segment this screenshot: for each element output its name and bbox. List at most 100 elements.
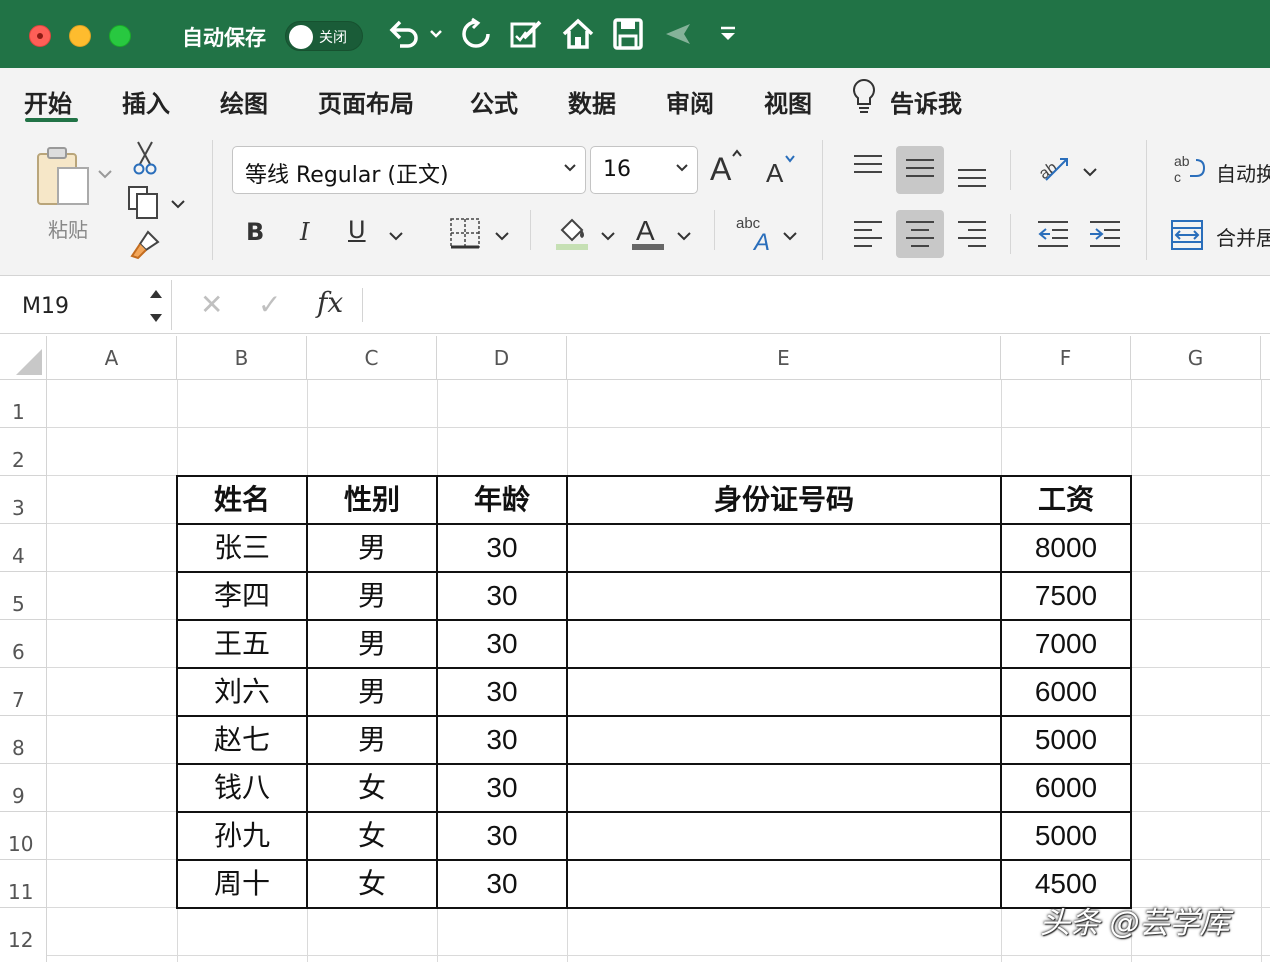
bold-icon[interactable]: B [246, 218, 264, 246]
column-header-d[interactable]: D [437, 336, 567, 380]
table-cell[interactable]: 孙九 [177, 812, 307, 860]
tab-page-layout[interactable]: 页面布局 [318, 84, 414, 119]
table-cell[interactable]: 女 [307, 860, 437, 908]
paste-icon[interactable] [34, 146, 94, 214]
fill-color-icon[interactable] [554, 214, 590, 256]
table-cell[interactable]: 男 [307, 572, 437, 620]
table-cell[interactable] [567, 860, 1001, 908]
row-header-4[interactable]: 4 [0, 524, 47, 572]
table-header-gender[interactable]: 性别 [307, 476, 437, 524]
italic-icon[interactable]: I [300, 218, 309, 246]
close-window-button[interactable] [29, 25, 51, 47]
increase-indent-icon[interactable] [1088, 218, 1122, 254]
align-middle-icon[interactable] [904, 156, 936, 190]
table-cell[interactable]: 8000 [1001, 524, 1131, 572]
table-cell[interactable]: 王五 [177, 620, 307, 668]
table-cell[interactable] [567, 572, 1001, 620]
wrap-text-label[interactable]: 自动换 [1216, 158, 1270, 187]
formula-input[interactable] [364, 276, 1270, 334]
table-header-salary[interactable]: 工资 [1001, 476, 1131, 524]
underline-dropdown-icon[interactable] [388, 228, 404, 246]
align-left-icon[interactable] [852, 218, 884, 254]
tab-insert[interactable]: 插入 [122, 84, 170, 119]
wrap-text-icon[interactable]: ab c [1172, 152, 1206, 190]
table-cell[interactable]: 张三 [177, 524, 307, 572]
table-cell[interactable]: 7500 [1001, 572, 1131, 620]
fill-color-dropdown-icon[interactable] [600, 228, 616, 246]
table-cell[interactable]: 30 [437, 716, 567, 764]
table-cell[interactable]: 女 [307, 812, 437, 860]
tab-formulas[interactable]: 公式 [470, 84, 518, 119]
copy-icon[interactable] [126, 184, 162, 224]
increase-font-size-icon[interactable]: A [708, 146, 744, 190]
name-box[interactable]: M19 [4, 280, 172, 330]
table-cell[interactable]: 30 [437, 572, 567, 620]
table-cell[interactable]: 男 [307, 668, 437, 716]
select-all-button[interactable] [0, 336, 47, 380]
font-name-combo[interactable]: 等线 Regular (正文) [232, 146, 586, 194]
row-header-11[interactable]: 11 [0, 860, 47, 908]
table-cell[interactable]: 周十 [177, 860, 307, 908]
confirm-entry-icon[interactable]: ✓ [258, 288, 281, 321]
table-header-id-number[interactable]: 身份证号码 [567, 476, 1001, 524]
insert-function-icon[interactable]: fx [317, 286, 343, 319]
table-cell[interactable]: 30 [437, 812, 567, 860]
undo-dropdown-icon[interactable] [428, 16, 444, 52]
table-header-name[interactable]: 姓名 [177, 476, 307, 524]
row-header-8[interactable]: 8 [0, 716, 47, 764]
table-cell[interactable] [567, 812, 1001, 860]
decrease-font-size-icon[interactable]: A [764, 150, 798, 190]
zoom-window-button[interactable] [109, 25, 131, 47]
column-header-b[interactable]: B [177, 336, 307, 380]
row-header-3[interactable]: 3 [0, 476, 47, 524]
table-cell[interactable]: 7000 [1001, 620, 1131, 668]
table-cell[interactable]: 6000 [1001, 764, 1131, 812]
table-header-age[interactable]: 年龄 [437, 476, 567, 524]
table-cell[interactable]: 6000 [1001, 668, 1131, 716]
table-cell[interactable]: 30 [437, 764, 567, 812]
copy-dropdown-icon[interactable] [170, 196, 186, 214]
table-cell[interactable]: 刘六 [177, 668, 307, 716]
edit-icon[interactable] [508, 16, 546, 52]
redo-icon[interactable] [458, 16, 494, 52]
paste-dropdown-icon[interactable] [97, 166, 113, 184]
phonetic-guide-icon[interactable]: abc A [736, 212, 776, 256]
table-cell[interactable]: 30 [437, 860, 567, 908]
column-header-f[interactable]: F [1001, 336, 1131, 380]
column-header-e[interactable]: E [567, 336, 1001, 380]
minimize-window-button[interactable] [69, 25, 91, 47]
underline-icon[interactable]: U [348, 216, 366, 244]
table-cell[interactable]: 30 [437, 668, 567, 716]
row-header-6[interactable]: 6 [0, 620, 47, 668]
column-header-a[interactable]: A [47, 336, 177, 380]
save-icon[interactable] [611, 16, 645, 52]
home-icon[interactable] [560, 16, 596, 52]
paste-label[interactable]: 粘贴 [48, 214, 88, 243]
borders-dropdown-icon[interactable] [494, 228, 510, 246]
table-cell[interactable] [567, 764, 1001, 812]
align-bottom-icon[interactable] [956, 160, 988, 194]
align-center-icon[interactable] [904, 218, 936, 254]
table-cell[interactable] [567, 716, 1001, 764]
table-cell[interactable]: 赵七 [177, 716, 307, 764]
row-header-12[interactable]: 12 [0, 908, 47, 962]
align-right-icon[interactable] [956, 218, 988, 254]
row-header-5[interactable]: 5 [0, 572, 47, 620]
merge-center-icon[interactable] [1170, 218, 1204, 256]
row-header-9[interactable]: 9 [0, 764, 47, 812]
orientation-icon[interactable]: ab [1036, 150, 1072, 190]
phonetic-dropdown-icon[interactable] [782, 228, 798, 246]
table-cell[interactable] [567, 668, 1001, 716]
cancel-entry-icon[interactable]: ✕ [200, 288, 223, 321]
table-cell[interactable]: 5000 [1001, 812, 1131, 860]
row-header-1[interactable]: 1 [0, 380, 47, 428]
tab-review[interactable]: 审阅 [666, 84, 714, 119]
undo-icon[interactable] [386, 16, 422, 52]
table-cell[interactable] [567, 524, 1001, 572]
autosave-toggle[interactable]: 关闭 [285, 21, 363, 51]
tab-draw[interactable]: 绘图 [220, 84, 268, 119]
row-header-7[interactable]: 7 [0, 668, 47, 716]
orientation-dropdown-icon[interactable] [1082, 164, 1098, 182]
table-cell[interactable]: 男 [307, 524, 437, 572]
font-color-dropdown-icon[interactable] [676, 228, 692, 246]
